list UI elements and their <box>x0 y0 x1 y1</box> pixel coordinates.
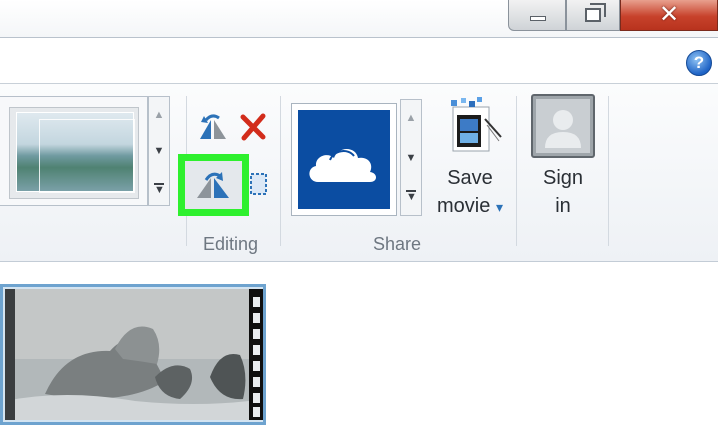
sign-in-label[interactable]: Sign in <box>530 164 596 220</box>
group-separator <box>608 96 609 246</box>
select-all-button[interactable] <box>250 172 268 196</box>
sign-in-label-line2: in <box>555 195 571 217</box>
group-separator <box>280 96 281 246</box>
remove-icon <box>240 113 266 141</box>
rotate-left-button[interactable] <box>196 112 230 142</box>
video-thumbnail <box>5 289 249 420</box>
editing-group-label: Editing <box>203 234 259 254</box>
save-movie-label-line2: movie ▾ <box>437 195 503 217</box>
help-icon[interactable]: ? <box>686 50 712 76</box>
close-button[interactable]: ✕ <box>620 0 718 31</box>
effect-thumbnail[interactable] <box>16 112 135 193</box>
gallery-scroll-up[interactable]: ▲ <box>149 109 169 121</box>
rotate-right-icon <box>197 172 229 198</box>
gallery-scroll: ▲ ▼ ▼ <box>148 96 170 206</box>
gallery-scroll-down[interactable]: ▼ <box>149 145 169 157</box>
save-movie-icon <box>451 97 502 152</box>
group-separator <box>516 96 517 246</box>
select-all-icon <box>250 173 267 195</box>
clip-left-edge <box>5 289 15 420</box>
gallery-more[interactable]: ▼ <box>154 183 165 196</box>
restore-icon <box>585 3 606 22</box>
share-group-label: Share <box>373 234 422 254</box>
save-movie-label-line1: Save <box>447 167 493 189</box>
share-more[interactable]: ▼ <box>406 190 417 203</box>
sign-in-user-icon <box>531 94 595 158</box>
sign-in-label-line1: Sign <box>542 167 584 189</box>
rotate-left-icon <box>200 114 226 139</box>
onedrive-cloud-icon <box>309 149 376 182</box>
ribbon-tab-strip <box>0 38 718 84</box>
video-clip[interactable] <box>0 284 266 425</box>
share-scroll-down[interactable]: ▼ <box>401 152 421 164</box>
share-gallery-scroll: ▲ ▼ ▼ <box>400 99 422 216</box>
minimize-button[interactable] <box>508 0 566 31</box>
dropdown-arrow-icon: ▾ <box>495 199 503 215</box>
close-icon: ✕ <box>658 0 680 28</box>
maximize-button[interactable] <box>566 0 620 31</box>
seal-scene-image <box>5 289 249 420</box>
film-sprocket-strip <box>249 289 263 420</box>
onedrive-share-button[interactable] <box>291 103 397 216</box>
sign-in-button[interactable] <box>531 94 595 158</box>
remove-button[interactable] <box>238 112 268 142</box>
save-movie-button[interactable] <box>447 97 503 155</box>
save-movie-label[interactable]: Save movie ▾ <box>430 164 510 221</box>
minimize-icon <box>530 16 546 21</box>
title-bar: ✕ <box>0 0 718 38</box>
rotate-right-button[interactable] <box>194 168 234 202</box>
share-scroll-up[interactable]: ▲ <box>401 112 421 124</box>
